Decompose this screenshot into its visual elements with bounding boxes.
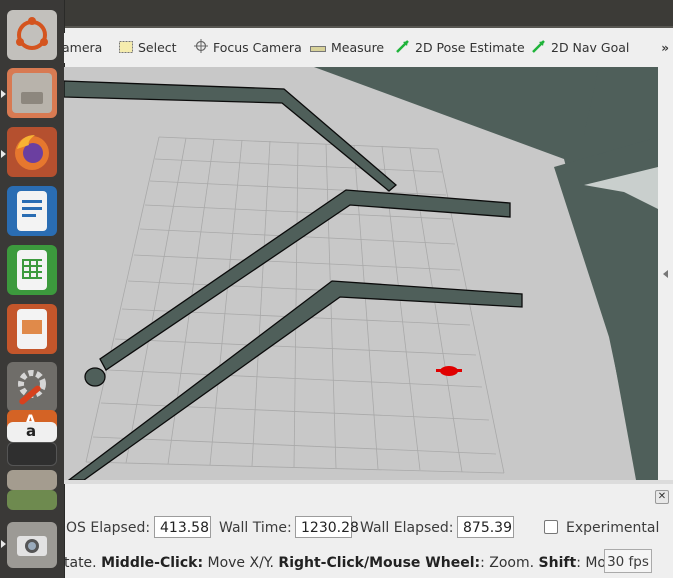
rviz-toolbar: amera Select Focus Camera Measure 2D Pos… — [62, 33, 673, 63]
occupancy-map — [64, 67, 658, 480]
system-settings-icon[interactable] — [7, 362, 57, 412]
impress-icon[interactable] — [7, 304, 57, 354]
tool-2d-pose-estimate[interactable]: 2D Pose Estimate — [396, 33, 525, 63]
unity-launcher: A a — [0, 0, 65, 578]
tool-select[interactable]: Select — [119, 33, 177, 63]
toolbar-overflow-button[interactable]: » — [661, 33, 669, 63]
wall-elapsed-field[interactable]: 875.39 — [457, 516, 514, 538]
tool-2d-nav-goal[interactable]: 2D Nav Goal — [532, 33, 629, 63]
ros-elapsed-label: OS Elapsed: — [66, 520, 151, 536]
writer-icon[interactable] — [7, 186, 57, 236]
focus-camera-icon — [194, 34, 208, 64]
tool-move-camera[interactable]: amera — [62, 33, 102, 63]
experimental-label: Experimental — [566, 520, 660, 536]
camera-app-icon[interactable] — [7, 522, 57, 568]
select-icon — [119, 34, 133, 64]
wall-time-label: Wall Time: — [219, 520, 292, 536]
top-panel — [0, 0, 673, 28]
pose-estimate-icon — [396, 34, 410, 64]
render-viewport[interactable] — [64, 67, 658, 480]
nav-goal-icon — [532, 34, 546, 64]
wall-elapsed-label: Wall Elapsed: — [360, 520, 454, 536]
stacked-app-3-icon[interactable] — [7, 490, 57, 510]
stacked-apps-icon[interactable] — [7, 442, 57, 466]
wall-time-field[interactable]: 1230.28 — [295, 516, 359, 538]
files-icon[interactable] — [7, 68, 57, 118]
collapse-arrow-icon[interactable] — [663, 270, 668, 278]
close-panel-button[interactable]: ✕ — [655, 490, 669, 504]
stacked-app-2-icon[interactable] — [7, 470, 57, 490]
ubuntu-dash-icon[interactable] — [7, 10, 57, 60]
ros-elapsed-field[interactable]: 413.58 — [154, 516, 211, 538]
calc-icon[interactable] — [7, 245, 57, 295]
status-bar: tate. Middle-Click: Move X/Y. Right-Clic… — [64, 555, 604, 571]
tool-measure[interactable]: Measure — [310, 33, 384, 63]
fps-indicator: 30 fps — [604, 549, 652, 573]
measure-icon — [310, 34, 326, 64]
firefox-icon[interactable] — [7, 127, 57, 177]
amazon-icon[interactable]: a — [7, 422, 57, 442]
tool-focus-camera[interactable]: Focus Camera — [194, 33, 302, 63]
viewport-side-splitter[interactable] — [658, 67, 673, 480]
time-panel: OS Elapsed: 413.58 Wall Time: 1230.28 Wa… — [64, 512, 673, 544]
experimental-checkbox[interactable] — [544, 520, 558, 534]
panel-separator — [64, 480, 673, 484]
